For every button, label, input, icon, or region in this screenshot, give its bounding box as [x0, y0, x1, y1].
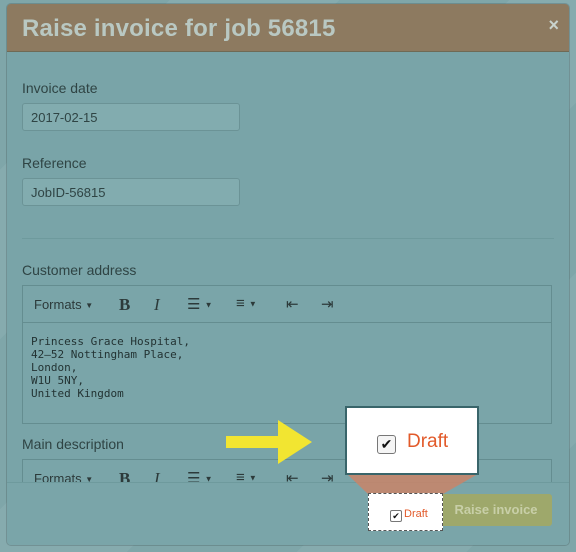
- callout-funnel: [347, 474, 478, 494]
- checkbox-checked-icon[interactable]: ✔: [390, 510, 402, 522]
- draft-zoom-label: Draft: [407, 431, 449, 452]
- draft-checkbox[interactable]: ✔ Draft: [368, 493, 443, 531]
- draft-label: Draft: [404, 508, 428, 520]
- draft-zoom-callout: ✔ Draft: [345, 406, 479, 475]
- raise-invoice-button[interactable]: Raise invoice: [440, 494, 552, 526]
- checkbox-checked-icon: ✔: [377, 435, 396, 454]
- arrow-right-icon: [226, 420, 312, 464]
